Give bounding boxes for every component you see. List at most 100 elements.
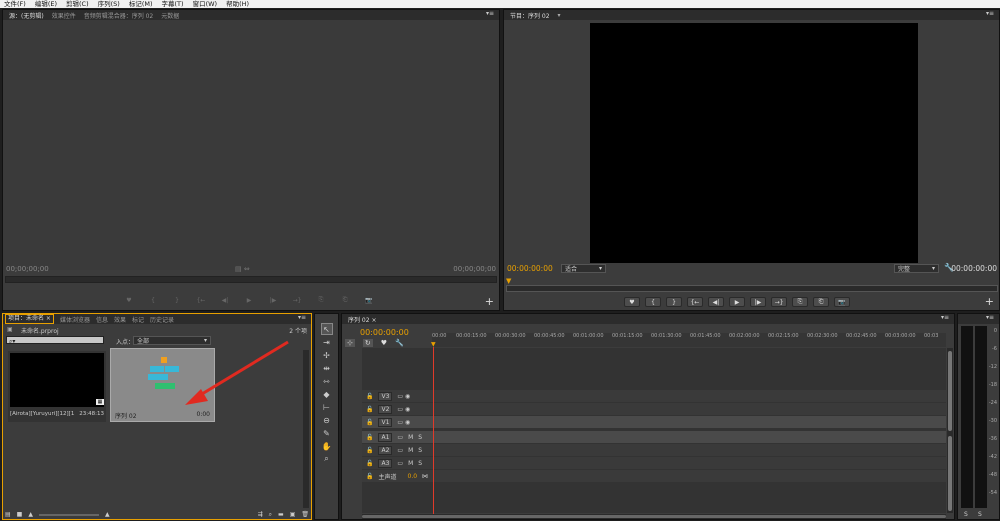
lift-button[interactable]: ⎘ — [792, 297, 808, 307]
menu-title[interactable]: 字幕(T) — [162, 0, 184, 8]
source-timecode-right[interactable]: 00;00;00;00 — [453, 265, 496, 273]
menu-edit[interactable]: 编辑(E) — [35, 0, 57, 8]
mark-in-button[interactable]: { — [145, 295, 161, 305]
tab-effect-controls[interactable]: 效果控件 — [52, 11, 76, 20]
icon-view-icon[interactable]: ■ — [17, 511, 23, 518]
new-bin-icon[interactable]: ▬ — [278, 511, 284, 518]
step-back-button[interactable]: ◀| — [708, 297, 724, 307]
solo-left-button[interactable]: S — [964, 511, 968, 518]
track-v3[interactable]: 🔓 V3 ▭ ◉ — [362, 390, 432, 402]
track-master[interactable]: 🔓 主声道 0.0 ⋈ — [362, 470, 437, 482]
mark-out-button[interactable]: } — [666, 297, 682, 307]
overwrite-button[interactable]: ⎗ — [337, 295, 353, 305]
linked-selection-icon[interactable]: ↻ — [362, 339, 373, 347]
timeline-settings-icon[interactable]: 🔧 — [395, 339, 404, 347]
add-button-icon[interactable]: + — [485, 295, 494, 308]
panel-menu-icon[interactable]: ▾≡ — [486, 10, 494, 17]
slip-tool-icon[interactable]: ⊢ — [321, 401, 333, 413]
pen-tool-icon[interactable]: ✎ — [321, 427, 333, 439]
time-ruler[interactable]: 00:00 00:00:15:00 00:00:30:00 00:00:45:0… — [432, 333, 946, 347]
play-button[interactable]: ▶ — [729, 297, 745, 307]
tab-metadata[interactable]: 元数据 — [161, 11, 179, 20]
play-button[interactable]: ▶ — [241, 295, 257, 305]
zoom-in-icon[interactable]: ▲ — [105, 511, 110, 518]
panel-menu-icon[interactable]: ▾≡ — [986, 10, 994, 17]
meter-right-channel — [975, 326, 987, 508]
slide-tool-icon[interactable]: ⊖ — [321, 414, 333, 426]
tab-project[interactable]: 项目：未命名 × — [5, 314, 54, 324]
source-scrubber[interactable] — [5, 276, 497, 283]
list-view-icon[interactable]: ▤ — [5, 511, 11, 518]
program-timecode-left[interactable]: 00:00:00:00 — [507, 264, 553, 273]
track-a2[interactable]: 🔓 A2 ▭ M S — [362, 444, 432, 456]
go-to-out-button[interactable]: →} — [289, 295, 305, 305]
panel-menu-icon[interactable]: ▾≡ — [298, 314, 306, 321]
rolling-edit-tool-icon[interactable]: ⇹ — [321, 362, 333, 374]
track-a1[interactable]: 🔓 A1 ▭ M S — [362, 431, 432, 443]
program-timecode-right[interactable]: 00:00:00:00 — [951, 264, 997, 273]
panel-menu-icon[interactable]: ▾≡ — [941, 314, 949, 321]
find-icon[interactable]: ⌕ — [269, 511, 272, 519]
zoom-slider[interactable] — [38, 513, 99, 516]
insert-button[interactable]: ⎘ — [313, 295, 329, 305]
tab-media-browser[interactable]: 媒体浏览器 — [60, 315, 90, 324]
track-select-tool-icon[interactable]: ⇥ — [321, 336, 333, 348]
export-frame-icon[interactable]: ▤ ⇔ — [235, 265, 250, 273]
add-marker-button[interactable]: ♥ — [121, 295, 137, 305]
hand-tool-icon[interactable]: ✋ — [321, 440, 333, 452]
new-item-icon[interactable]: ▣ — [290, 511, 296, 518]
go-to-in-button[interactable]: {← — [193, 295, 209, 305]
tab-effects[interactable]: 效果 — [114, 315, 126, 324]
step-forward-button[interactable]: |▶ — [265, 295, 281, 305]
source-timecode-left[interactable]: 00;00;00;00 — [6, 265, 49, 273]
go-to-out-button[interactable]: →} — [771, 297, 787, 307]
zoom-out-icon[interactable]: ▲ — [28, 511, 33, 518]
tab-history[interactable]: 历史记录 — [150, 315, 174, 324]
rate-stretch-tool-icon[interactable]: ⇿ — [321, 375, 333, 387]
tab-sequence[interactable]: 序列 02 × — [348, 315, 376, 324]
menu-window[interactable]: 窗口(W) — [193, 0, 218, 8]
export-frame-button[interactable]: 📷 — [361, 295, 377, 305]
solo-right-button[interactable]: S — [978, 511, 982, 518]
snap-icon[interactable]: ⊹ — [345, 339, 355, 347]
zoom-tool-icon[interactable]: ⌕ — [321, 453, 333, 465]
project-scrollbar[interactable] — [303, 350, 309, 508]
ripple-edit-tool-icon[interactable]: ✢ — [321, 349, 333, 361]
track-a3[interactable]: 🔓 A3 ▭ M S — [362, 457, 432, 469]
fit-select[interactable]: 适合 ▾ — [561, 264, 606, 273]
export-frame-button[interactable]: 📷 — [834, 297, 850, 307]
timeline-vscroll[interactable] — [947, 348, 953, 513]
track-v2[interactable]: 🔓 V2 ▭ ◉ — [362, 403, 432, 415]
menu-clip[interactable]: 剪辑(C) — [66, 0, 89, 8]
tab-source[interactable]: 源：(无剪辑) — [9, 11, 44, 20]
add-button-icon[interactable]: + — [985, 295, 994, 308]
add-marker-icon[interactable]: ♥ — [381, 339, 387, 347]
menu-file[interactable]: 文件(F) — [4, 0, 26, 8]
step-forward-button[interactable]: |▶ — [750, 297, 766, 307]
extract-button[interactable]: ⎗ — [813, 297, 829, 307]
quality-select[interactable]: 完整 ▾ — [894, 264, 939, 273]
panel-menu-icon[interactable]: ▾≡ — [986, 314, 994, 321]
mark-out-button[interactable]: } — [169, 295, 185, 305]
mark-in-button[interactable]: { — [645, 297, 661, 307]
selection-tool-icon[interactable]: ↖ — [320, 323, 333, 335]
menu-sequence[interactable]: 序列(S) — [98, 0, 120, 8]
go-to-in-button[interactable]: {← — [687, 297, 703, 307]
menu-marker[interactable]: 标记(M) — [129, 0, 153, 8]
timeline-timecode[interactable]: 00:00:00:00 — [360, 328, 409, 337]
automate-to-sequence-icon[interactable]: ⇶ — [258, 511, 263, 518]
tab-info[interactable]: 信息 — [96, 315, 108, 324]
tab-audio-clip-mixer[interactable]: 音频剪辑混合器：序列 02 — [84, 11, 154, 20]
tab-program[interactable]: 节目：序列 02 — [510, 11, 550, 20]
trash-icon[interactable]: 🗑 — [301, 511, 309, 518]
step-back-button[interactable]: ◀| — [217, 295, 233, 305]
razor-tool-icon[interactable]: ◆ — [321, 388, 333, 400]
media-item-video[interactable]: ▦ [Airota][Yuruyuri][12][1... 23:48:13 — [8, 351, 106, 422]
tab-markers[interactable]: 标记 — [132, 315, 144, 324]
menu-help[interactable]: 帮助(H) — [226, 0, 249, 8]
program-scrubber[interactable] — [506, 285, 998, 292]
search-box[interactable]: ⌕▾ — [6, 336, 104, 345]
timeline-hscroll[interactable] — [362, 514, 946, 519]
add-marker-button[interactable]: ♥ — [624, 297, 640, 307]
track-v1[interactable]: 🔓 V1 ▭ ◉ — [362, 416, 432, 428]
